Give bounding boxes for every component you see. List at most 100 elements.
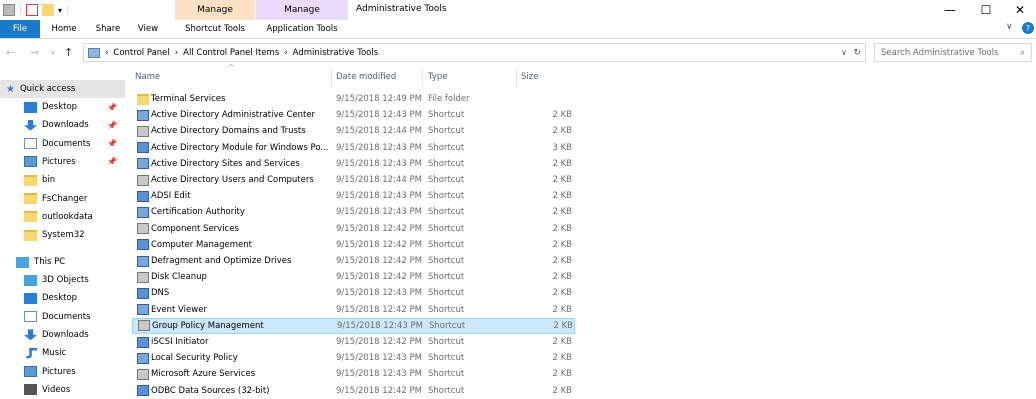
forward-arrow-icon[interactable]: →	[30, 46, 39, 59]
pin-icon: 📌	[107, 139, 117, 149]
table-row[interactable]: Active Directory Sites and Services 9/15/…	[132, 156, 575, 172]
sidebar-item-pc-5[interactable]: Pictures	[0, 363, 125, 381]
minimize-button[interactable]: —	[932, 0, 968, 20]
column-header-date[interactable]: Date modified	[336, 68, 426, 86]
file-type: Shortcut	[428, 385, 465, 396]
file-date: 9/15/2018 12:43 PM	[336, 110, 422, 121]
tab-shortcut-tools[interactable]: Shortcut Tools	[175, 20, 255, 38]
file-name: Active Directory Sites and Services	[151, 158, 300, 169]
tab-file[interactable]: File	[0, 20, 40, 38]
sidebar-item-pc-1[interactable]: Desktop	[0, 289, 125, 307]
file-name: Group Policy Management	[152, 320, 264, 331]
table-row[interactable]: Disk Cleanup 9/15/2018 12:42 PM Shortcut 2 …	[132, 269, 575, 285]
manage-header: Manage	[256, 0, 348, 20]
table-row[interactable]: ADSI Edit 9/15/2018 12:43 PM Shortcut 2 KB	[132, 188, 575, 204]
column-header-type[interactable]: Type	[428, 68, 518, 86]
sidebar-item-quick-5[interactable]: FsChanger	[0, 190, 125, 208]
sidebar-item-pc-0[interactable]: 3D Objects	[0, 271, 125, 289]
security-policy-icon	[137, 352, 149, 364]
breadcrumb-separator: ›	[174, 47, 179, 58]
refresh-icon[interactable]: ↻	[853, 48, 861, 58]
table-row[interactable]: ODBC Data Sources (32-bit) 9/15/2018 12:4…	[132, 383, 575, 399]
tab-share[interactable]: Share	[88, 20, 128, 38]
file-name: ADSI Edit	[151, 191, 191, 202]
file-size: 2 KB	[552, 337, 572, 347]
sidebar-item-quick-1[interactable]: Downloads 📌	[0, 116, 125, 134]
this-pc-icon	[16, 256, 29, 268]
up-arrow-icon[interactable]: ↑	[64, 46, 73, 59]
tab-application-tools[interactable]: Application Tools	[256, 20, 348, 38]
table-row[interactable]: Active Directory Administrative Center 9/…	[132, 107, 575, 123]
table-row[interactable]: Terminal Services 9/15/2018 12:49 PM File …	[132, 91, 575, 107]
table-row[interactable]: Group Policy Management 9/15/2018 12:43 P…	[132, 317, 575, 334]
search-input[interactable]: Search Administrative Tools ⌕	[874, 43, 1032, 62]
customize-toolbar-icon[interactable]: ▾	[58, 6, 62, 15]
file-name: Active Directory Module for Windows Po..…	[151, 142, 329, 153]
tab-view[interactable]: View	[128, 20, 168, 38]
breadcrumb-all-items[interactable]: All Control Panel Items	[183, 48, 279, 58]
address-dropdown-icon[interactable]: ∨	[841, 48, 847, 57]
new-folder-icon[interactable]	[42, 4, 55, 16]
file-date: 9/15/2018 12:44 PM	[336, 126, 422, 137]
file-date: 9/15/2018 12:42 PM	[336, 304, 422, 315]
navigation-pane: ★ Quick access Desktop 📌 Downloads 📌 Documen…	[0, 80, 125, 396]
tab-home[interactable]: Home	[40, 20, 88, 38]
table-row[interactable]: Certification Authority 9/15/2018 12:43 P…	[132, 204, 575, 220]
computer-management-icon	[137, 239, 149, 251]
adsi-icon	[137, 190, 149, 202]
file-type: Shortcut	[428, 256, 465, 266]
sidebar-item-quick-3[interactable]: Pictures 📌	[0, 153, 125, 171]
address-bar[interactable]: › Control Panel › All Control Panel Item…	[83, 43, 866, 62]
maximize-button[interactable]: ☐	[968, 0, 1004, 20]
back-arrow-icon[interactable]: ←	[6, 46, 15, 59]
table-row[interactable]: Event Viewer 9/15/2018 12:42 PM Shortcut 2 …	[132, 302, 575, 318]
sidebar-item-quick-2[interactable]: Documents 📌	[0, 135, 125, 153]
breadcrumb-admin-tools[interactable]: Administrative Tools	[293, 48, 379, 58]
sidebar-item-pc-3[interactable]: Downloads	[0, 326, 125, 344]
file-type: Shortcut	[428, 175, 465, 185]
table-row[interactable]: Microsoft Azure Services 9/15/2018 12:43 …	[132, 366, 575, 382]
sidebar-item-this-pc[interactable]: This PC	[0, 253, 125, 271]
table-row[interactable]: Active Directory Module for Windows Po..…	[132, 140, 575, 156]
powershell-icon	[137, 142, 149, 154]
file-size: 2 KB	[552, 191, 572, 202]
sidebar-item-quick-4[interactable]: bin	[0, 171, 125, 189]
expand-ribbon-icon[interactable]: ∨	[1006, 22, 1013, 32]
group-policy-icon	[138, 320, 150, 332]
table-row[interactable]: iSCSI Initiator 9/15/2018 12:42 PM Shortcu…	[132, 334, 575, 350]
sidebar-item-pc-6[interactable]: Videos	[0, 381, 125, 399]
file-date: 9/15/2018 12:43 PM	[336, 142, 422, 153]
sidebar-item-label: outlookdata	[42, 211, 93, 222]
search-icon: ⌕	[1020, 47, 1025, 58]
table-row[interactable]: Active Directory Users and Computers 9/15…	[132, 172, 575, 188]
sidebar-item-label: Music	[42, 348, 67, 359]
table-row[interactable]: Component Services 9/15/2018 12:42 PM Shor…	[132, 221, 575, 237]
sidebar-item-quick-access[interactable]: ★ Quick access	[0, 80, 125, 98]
file-type: Shortcut	[428, 337, 465, 347]
table-row[interactable]: DNS 9/15/2018 12:43 PM Shortcut 2 KB	[132, 285, 575, 301]
column-header-name[interactable]: Name	[135, 68, 330, 86]
close-button[interactable]: ✕	[1002, 0, 1036, 20]
file-name: Computer Management	[151, 239, 252, 250]
file-date: 9/15/2018 12:44 PM	[336, 175, 422, 185]
recent-locations-icon[interactable]: ∨	[50, 48, 56, 57]
table-row[interactable]: Local Security Policy 9/15/2018 12:43 PM S…	[132, 350, 575, 366]
sidebar-item-pc-4[interactable]: Music	[0, 344, 125, 362]
sidebar-item-pc-2[interactable]: Documents	[0, 308, 125, 326]
table-row[interactable]: Computer Management 9/15/2018 12:42 PM Sho…	[132, 237, 575, 253]
sidebar-item-quick-0[interactable]: Desktop 📌	[0, 98, 125, 116]
breadcrumb-control-panel[interactable]: Control Panel	[113, 48, 169, 58]
table-row[interactable]: Defragment and Optimize Drives 9/15/2018 …	[132, 253, 575, 269]
column-header-size[interactable]: Size	[521, 68, 571, 86]
sidebar-item-quick-7[interactable]: System32	[0, 226, 125, 244]
properties-icon[interactable]	[26, 4, 39, 16]
admin-tools-icon[interactable]	[3, 4, 15, 16]
sidebar-item-quick-6[interactable]: outlookdata	[0, 208, 125, 226]
dns-icon	[137, 287, 149, 299]
file-date: 9/15/2018 12:43 PM	[336, 369, 422, 380]
help-icon[interactable]: ?	[1022, 22, 1034, 34]
pictures-icon	[24, 366, 37, 377]
ribbon-divider	[0, 38, 1036, 39]
pin-icon: 📌	[107, 102, 117, 112]
table-row[interactable]: Active Directory Domains and Trusts 9/15/…	[132, 123, 575, 139]
